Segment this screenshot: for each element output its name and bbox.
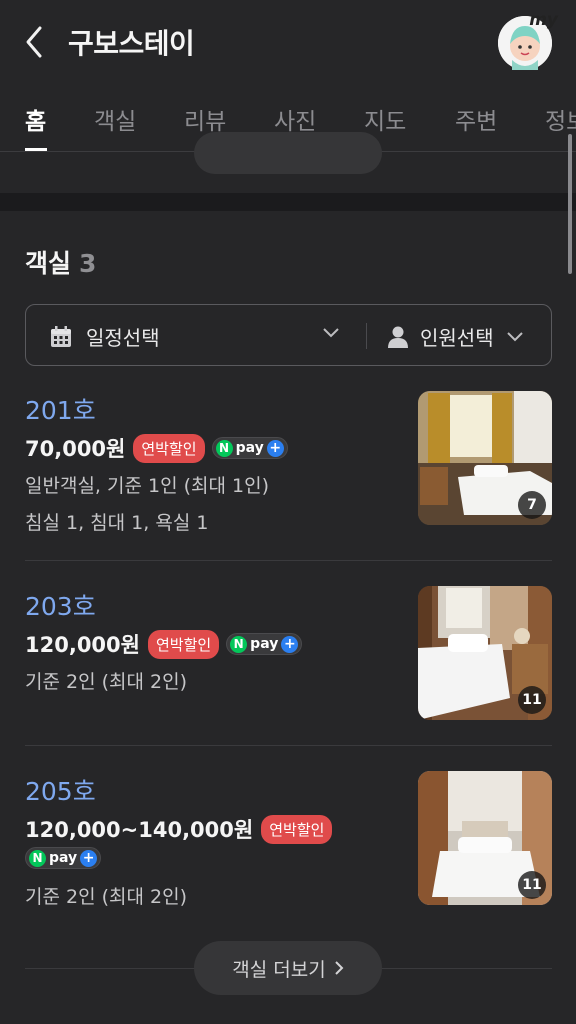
tab-map[interactable]: 지도 — [364, 102, 406, 136]
room-divider — [25, 560, 552, 561]
npay-badge: Npay + — [226, 633, 303, 655]
date-select[interactable]: 일정선택 — [50, 322, 160, 351]
naver-n-icon: N — [215, 439, 233, 457]
person-icon — [388, 326, 408, 348]
npay-badge: Npay + — [211, 437, 288, 459]
more-rooms-label: 객실 더보기 — [232, 958, 326, 981]
room-price: 70,000원 — [25, 437, 126, 461]
filter-divider — [366, 323, 367, 349]
more-rooms-button[interactable]: 객실 더보기 — [194, 941, 382, 995]
tab-photos[interactable]: 사진 — [274, 102, 316, 136]
room-name[interactable]: 203호 — [25, 587, 96, 623]
room-capacity: 기준 2인 (최대 2인) — [25, 886, 188, 908]
filter-bar: 일정선택 인원선택 — [25, 304, 552, 366]
rooms-count: 3 — [79, 249, 97, 278]
chevron-right-icon — [335, 961, 344, 975]
chevron-down-icon[interactable] — [322, 327, 340, 339]
rooms-section-title: 객실 3 — [25, 244, 96, 280]
naver-n-icon: N — [29, 849, 46, 867]
partially-hidden-button[interactable] — [194, 132, 382, 174]
price-line: 120,000~140,000원 연박할인 — [25, 814, 333, 844]
npay-badge: Npay + — [25, 847, 102, 869]
calendar-icon — [51, 325, 71, 347]
app-header: 구보스테이 my — [0, 0, 576, 88]
room-price: 120,000~140,000원 — [25, 818, 254, 842]
chevron-down-icon — [506, 331, 523, 341]
tab-home[interactable]: 홈 — [25, 102, 46, 136]
room-facilities: 침실 1, 침대 1, 욕실 1 — [25, 512, 209, 534]
room-name[interactable]: 205호 — [25, 772, 96, 808]
people-select[interactable]: 인원선택 — [388, 322, 524, 351]
date-select-label: 일정선택 — [86, 326, 160, 350]
tab-nearby[interactable]: 주변 — [455, 102, 497, 136]
section-separator — [0, 193, 576, 211]
rooms-section-label: 객실 — [25, 249, 72, 278]
room-photo[interactable]: 7 — [418, 391, 552, 525]
room-divider — [25, 745, 552, 746]
plus-icon: + — [80, 849, 98, 867]
back-icon[interactable] — [20, 24, 52, 60]
price-line: 120,000원 연박할인 Npay + — [25, 629, 303, 659]
npay-label: pay — [235, 440, 264, 456]
tab-reviews[interactable]: 리뷰 — [184, 102, 226, 136]
plus-icon: + — [266, 439, 284, 457]
long-stay-discount-badge: 연박할인 — [261, 814, 333, 844]
tab-active-indicator — [25, 148, 47, 151]
avatar-my-badge: my — [529, 10, 558, 30]
tab-rooms[interactable]: 객실 — [94, 102, 136, 136]
room-photo[interactable]: 11 — [418, 586, 552, 720]
photo-count-badge: 7 — [518, 491, 546, 519]
people-select-label: 인원선택 — [420, 326, 494, 350]
price-line: 70,000원 연박할인 Npay + — [25, 433, 288, 463]
page-title: 구보스테이 — [68, 27, 195, 60]
npay-label: pay — [250, 636, 279, 652]
room-capacity: 일반객실, 기준 1인 (최대 1인) — [25, 475, 270, 497]
npay-label: pay — [49, 850, 78, 866]
room-name[interactable]: 201호 — [25, 391, 96, 427]
room-capacity: 기준 2인 (최대 2인) — [25, 671, 188, 693]
photo-count-badge: 11 — [518, 686, 546, 714]
room-photo[interactable]: 11 — [418, 771, 552, 905]
tab-info[interactable]: 정보 — [545, 102, 576, 136]
naver-n-icon: N — [230, 635, 248, 653]
scrollbar[interactable] — [568, 134, 572, 274]
photo-count-badge: 11 — [518, 871, 546, 899]
plus-icon: + — [281, 635, 299, 653]
profile-avatar[interactable]: my — [498, 10, 558, 70]
long-stay-discount-badge: 연박할인 — [147, 629, 220, 659]
long-stay-discount-badge: 연박할인 — [133, 433, 205, 463]
room-price: 120,000원 — [25, 633, 140, 657]
npay-line: Npay + — [25, 847, 102, 869]
